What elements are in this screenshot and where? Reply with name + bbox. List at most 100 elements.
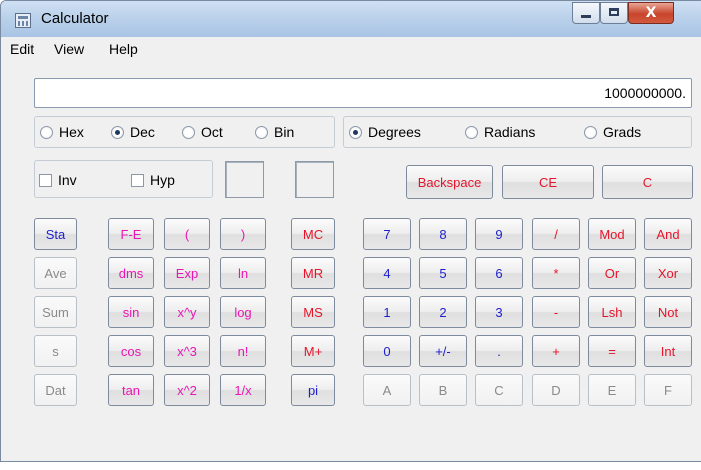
key-button-3[interactable]: 3 xyxy=(475,296,523,328)
maximize-button[interactable] xyxy=(600,2,628,24)
title-bar[interactable]: Calculator X xyxy=(1,1,701,37)
key-button-f[interactable]: F xyxy=(644,374,692,406)
close-icon: X xyxy=(645,5,657,21)
sci-button-close-paren[interactable]: ) xyxy=(220,218,266,250)
radio-oct-indicator[interactable] xyxy=(182,125,195,139)
key-button-a[interactable]: A xyxy=(363,374,411,406)
key-button-6[interactable]: 6 xyxy=(475,257,523,289)
parenthesis-indicator-box xyxy=(295,161,334,198)
key-button-1[interactable]: 1 xyxy=(363,296,411,328)
stat-button-dat[interactable]: Dat xyxy=(34,374,77,406)
key-button-minus[interactable]: - xyxy=(532,296,580,328)
key-button-7[interactable]: 7 xyxy=(363,218,411,250)
stat-button-sta[interactable]: Sta xyxy=(34,218,77,250)
memory-button-m[interactable]: M+ xyxy=(291,335,335,367)
key-button-5[interactable]: 5 xyxy=(419,257,467,289)
menu-help[interactable]: Help xyxy=(109,41,138,57)
menu-edit[interactable]: Edit xyxy=(10,41,34,57)
checkbox-hyp-label: Hyp xyxy=(150,172,175,188)
checkbox-hyp-box[interactable] xyxy=(131,173,144,187)
number-base-group: Hex Dec Oct Bin xyxy=(34,116,335,148)
key-button-decimal[interactable]: . xyxy=(475,335,523,367)
stat-button-sum[interactable]: Sum xyxy=(34,296,77,328)
key-button-plus[interactable]: + xyxy=(532,335,580,367)
calculator-icon xyxy=(15,13,31,28)
sci-button-dms[interactable]: dms xyxy=(108,257,154,289)
sci-button-cos[interactable]: cos xyxy=(108,335,154,367)
key-button-lsh[interactable]: Lsh xyxy=(588,296,636,328)
radio-radians[interactable]: Radians xyxy=(465,118,535,146)
key-button-8[interactable]: 8 xyxy=(419,218,467,250)
memory-button-ms[interactable]: MS xyxy=(291,296,335,328)
sci-button-exp[interactable]: Exp xyxy=(164,257,210,289)
radio-radians-indicator[interactable] xyxy=(465,125,478,139)
clear-button[interactable]: C xyxy=(602,165,693,199)
sci-button-open-paren[interactable]: ( xyxy=(164,218,210,250)
memory-button-mc[interactable]: MC xyxy=(291,218,335,250)
key-button-xor[interactable]: Xor xyxy=(644,257,692,289)
sci-button-ln[interactable]: ln xyxy=(220,257,266,289)
key-button-int[interactable]: Int xyxy=(644,335,692,367)
minimize-icon xyxy=(581,15,591,18)
ce-button[interactable]: CE xyxy=(502,165,594,199)
window-title: Calculator xyxy=(41,10,109,27)
stat-button-s[interactable]: s xyxy=(34,335,77,367)
radio-radians-label: Radians xyxy=(484,124,536,140)
minimize-button[interactable] xyxy=(572,2,600,24)
sci-button-1-x[interactable]: 1/x xyxy=(220,374,266,406)
radio-degrees-label: Degrees xyxy=(368,124,421,140)
key-button-b[interactable]: B xyxy=(419,374,467,406)
sci-button-x-pow-2[interactable]: x^2 xyxy=(164,374,210,406)
radio-bin-indicator[interactable] xyxy=(255,125,268,139)
key-button-sign[interactable]: +/- xyxy=(419,335,467,367)
checkbox-inv-box[interactable] xyxy=(39,173,52,187)
sci-button-x-pow-3[interactable]: x^3 xyxy=(164,335,210,367)
key-button-4[interactable]: 4 xyxy=(363,257,411,289)
key-button-9[interactable]: 9 xyxy=(475,218,523,250)
radio-grads[interactable]: Grads xyxy=(584,118,641,146)
key-button-mod[interactable]: Mod xyxy=(588,218,636,250)
key-button-not[interactable]: Not xyxy=(644,296,692,328)
radio-hex-indicator[interactable] xyxy=(40,125,53,139)
stat-button-ave[interactable]: Ave xyxy=(34,257,77,289)
sci-button-log[interactable]: log xyxy=(220,296,266,328)
radio-dec-indicator[interactable] xyxy=(111,125,124,139)
maximize-icon xyxy=(609,8,619,16)
sci-button-sin[interactable]: sin xyxy=(108,296,154,328)
key-button-2[interactable]: 2 xyxy=(419,296,467,328)
key-button-equals[interactable]: = xyxy=(588,335,636,367)
calculator-window: Calculator X Edit View Help 1000000000. … xyxy=(0,0,701,462)
radio-bin[interactable]: Bin xyxy=(255,118,294,146)
checkbox-inv-label: Inv xyxy=(58,172,77,188)
menu-bar: Edit View Help xyxy=(1,38,701,60)
result-display: 1000000000. xyxy=(34,78,692,108)
radio-dec-label: Dec xyxy=(130,124,155,140)
backspace-button[interactable]: Backspace xyxy=(406,165,493,199)
radio-degrees[interactable]: Degrees xyxy=(349,118,421,146)
radio-dec[interactable]: Dec xyxy=(111,118,155,146)
sci-button-f-e[interactable]: F-E xyxy=(108,218,154,250)
memory-button-pi[interactable]: pi xyxy=(291,374,335,406)
close-button[interactable]: X xyxy=(628,2,674,24)
key-button-multiply[interactable]: * xyxy=(532,257,580,289)
radio-oct[interactable]: Oct xyxy=(182,118,223,146)
sci-button-tan[interactable]: tan xyxy=(108,374,154,406)
radio-grads-label: Grads xyxy=(603,124,642,140)
key-button-divide[interactable]: / xyxy=(532,218,580,250)
memory-button-mr[interactable]: MR xyxy=(291,257,335,289)
radio-degrees-indicator[interactable] xyxy=(349,125,362,139)
menu-view[interactable]: View xyxy=(54,41,84,57)
sci-button-n[interactable]: n! xyxy=(220,335,266,367)
key-button-d[interactable]: D xyxy=(532,374,580,406)
key-button-or[interactable]: Or xyxy=(588,257,636,289)
key-button-e[interactable]: E xyxy=(588,374,636,406)
radio-hex[interactable]: Hex xyxy=(40,118,84,146)
checkbox-inv[interactable]: Inv xyxy=(39,172,77,188)
key-button-0[interactable]: 0 xyxy=(363,335,411,367)
key-button-and[interactable]: And xyxy=(644,218,692,250)
checkbox-hyp[interactable]: Hyp xyxy=(131,172,175,188)
angle-unit-group: Degrees Radians Grads xyxy=(343,116,692,148)
radio-grads-indicator[interactable] xyxy=(584,125,597,139)
sci-button-x-pow-y[interactable]: x^y xyxy=(164,296,210,328)
key-button-c[interactable]: C xyxy=(475,374,523,406)
